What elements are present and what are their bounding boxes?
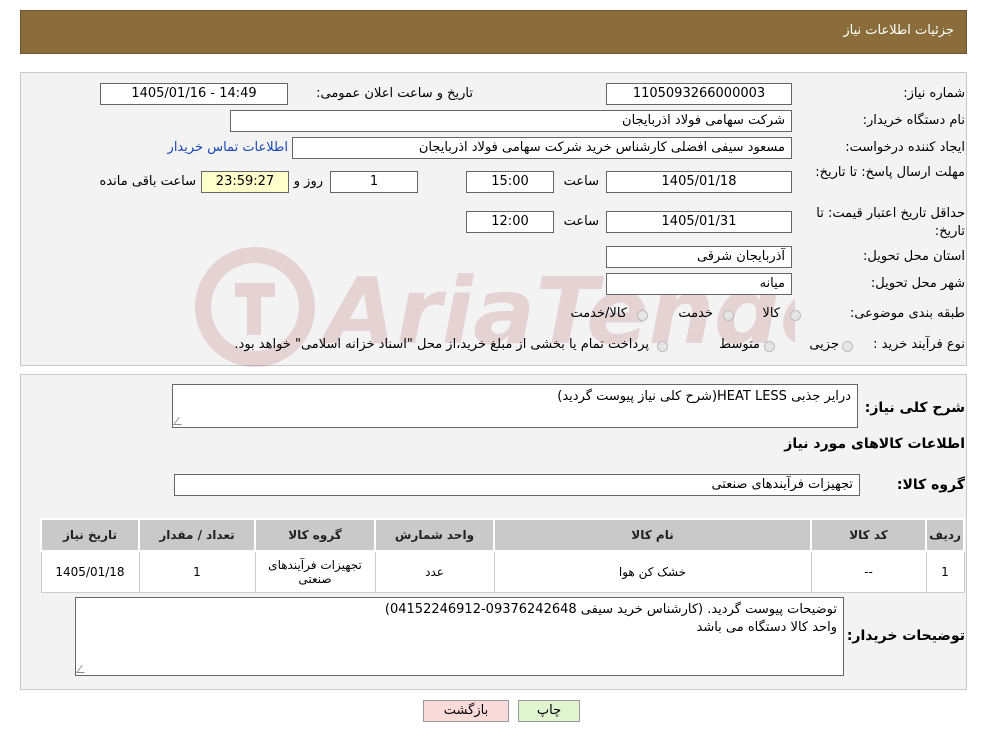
col-code: کد کالا [810,518,927,552]
buyer-notes-line-1: توضیحات پیوست گردید. (کارشناس خرید سیفی … [384,602,837,617]
province-label: استان محل تحویل: [863,249,965,264]
category-label: طبقه بندی موضوعی: [849,306,965,321]
col-group: گروه کالا [254,518,376,552]
buyer-contact-link[interactable]: اطلاعات تماس خریدار [168,140,288,155]
category-radio-service[interactable] [723,310,734,321]
buyer-notes-textarea[interactable]: توضیحات پیوست گردید. (کارشناس خرید سیفی … [75,597,844,676]
process-treasury-note: پرداخت تمام یا بخشی از مبلغ خرید،از محل … [234,337,649,352]
cell-group: تجهیزات فرآیندهای صنعتی [254,550,376,593]
buyer-org-field: شرکت سهامی فولاد اذربایجان [230,110,792,132]
col-quantity: تعداد / مقدار [138,518,256,552]
buyer-notes-line-2: واحد کالا دستگاه می باشد [696,620,838,635]
cell-row: 1 [925,550,965,593]
process-option-medium: متوسط [719,337,760,352]
goods-group-label: گروه کالا: [896,477,965,493]
buyer-notes-label: توضیحات خریدار: [846,628,965,644]
description-text: درایر جذبی HEAT LESS(شرح کلی نیاز پیوست … [557,389,851,404]
remaining-time-label: ساعت باقی مانده [99,174,196,189]
goods-info-title: اطلاعات کالاهای مورد نیاز [784,436,965,452]
cell-need-date: 1405/01/18 [40,550,140,593]
announce-date-label: تاریخ و ساعت اعلان عمومی: [316,86,473,101]
process-radio-minor[interactable] [842,341,853,352]
need-number-field: 1105093266000003 [606,83,792,105]
category-radio-goods[interactable] [790,310,801,321]
resize-grip-icon[interactable] [173,417,187,425]
creator-field: مسعود سیفی افضلی کارشناس خرید شرکت سهامی… [292,137,792,159]
goods-group-field: تجهیزات فرآیندهای صنعتی [174,474,860,496]
send-date-field: 1405/01/18 [606,171,792,193]
page-header: جزئیات اطلاعات نیاز [20,10,967,54]
min-validity-label: حداقل تاریخ اعتبار قیمت: تا تاریخ: [816,206,965,239]
col-name: نام کالا [493,518,812,552]
cell-name: خشک کن هوا [493,550,812,593]
process-checkbox-treasury[interactable] [657,341,668,352]
days-label: روز و [293,174,323,189]
process-type-label: نوع فرآیند خرید : [873,337,965,352]
buyer-org-label: نام دستگاه خریدار: [862,113,965,128]
city-label: شهر محل تحویل: [870,276,965,291]
process-radio-medium[interactable] [764,341,775,352]
description-textarea[interactable]: درایر جذبی HEAT LESS(شرح کلی نیاز پیوست … [172,384,858,428]
validity-time-field: 12:00 [466,211,554,233]
creator-label: ایجاد کننده درخواست: [845,140,965,155]
cell-code: -- [810,550,927,593]
col-need-date: تاریخ نیاز [40,518,140,552]
goods-table-header: ردیف کد کالا نام کالا واحد شمارش گروه کا… [40,518,965,552]
need-number-label: شماره نیاز: [903,86,965,101]
category-option-goods: کالا [762,306,780,321]
back-button[interactable]: بازگشت [423,700,509,722]
category-option-service: خدمت [678,306,713,321]
col-row: ردیف [925,518,965,552]
city-field: میانه [606,273,792,295]
resize-grip-icon[interactable] [76,665,90,673]
description-label: شرح کلی نیاز: [864,400,965,416]
announce-date-field: 1405/01/16 - 14:49 [100,83,288,105]
category-radio-goods-service[interactable] [637,310,648,321]
cell-unit: عدد [374,550,495,593]
days-field: 1 [330,171,418,193]
category-option-goods-service: کالا/خدمت [570,306,627,321]
province-field: آذربایجان شرقی [606,246,792,268]
remaining-time-field: 23:59:27 [201,171,289,193]
send-time-field: 15:00 [466,171,554,193]
validity-date-field: 1405/01/31 [606,211,792,233]
print-button[interactable]: چاپ [518,700,580,722]
cell-quantity: 1 [138,550,256,593]
send-time-label: ساعت [563,174,599,189]
process-option-minor: جزیی [809,337,839,352]
table-row: 1 -- خشک کن هوا عدد تجهیزات فرآیندهای صن… [40,550,965,593]
col-unit: واحد شمارش [374,518,495,552]
send-deadline-label: مهلت ارسال پاسخ: تا تاریخ: [815,165,965,180]
validity-time-label: ساعت [563,214,599,229]
page-title: جزئیات اطلاعات نیاز [843,23,954,38]
goods-table: ردیف کد کالا نام کالا واحد شمارش گروه کا… [40,518,965,593]
